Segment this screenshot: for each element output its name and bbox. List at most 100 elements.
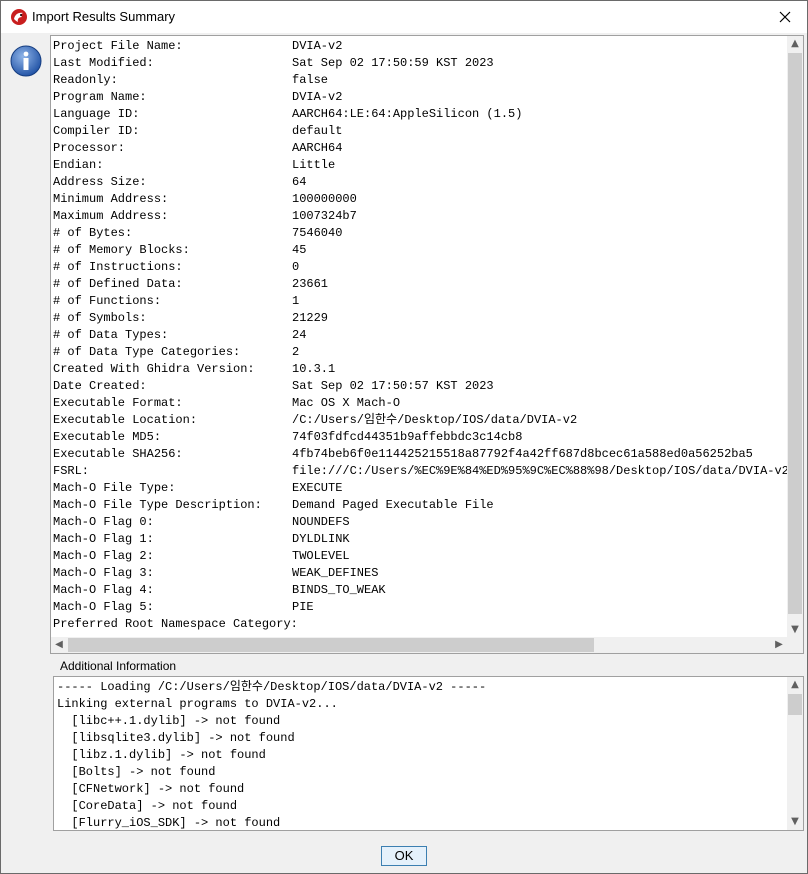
summary-value: NOUNDEFS: [292, 515, 350, 529]
summary-value: TWOLEVEL: [292, 549, 350, 563]
info-icon: [10, 45, 42, 77]
summary-key: # of Defined Data:: [53, 277, 183, 291]
summary-row: Executable Format: Mac OS X Mach-O: [53, 395, 787, 412]
summary-row: FSRL: file:///C:/Users/%EC%9E%84%ED%95%9C…: [53, 463, 787, 480]
summary-key: Last Modified:: [53, 56, 154, 70]
summary-row: Maximum Address: 1007324b7: [53, 208, 787, 225]
summary-row: Language ID: AARCH64:LE:64:AppleSilicon (…: [53, 106, 787, 123]
summary-row: Mach-O Flag 1: DYLDLINK: [53, 531, 787, 548]
summary-value: 64: [292, 175, 307, 189]
summary-value: false: [292, 73, 329, 87]
summary-value: 0: [292, 260, 300, 274]
summary-row: Mach-O Flag 0: NOUNDEFS: [53, 514, 787, 531]
summary-value: file:///C:/Users/%EC%9E%84%ED%95%9C%EC%8…: [292, 464, 787, 478]
summary-horizontal-scrollbar[interactable]: ◀ ▶: [51, 637, 787, 653]
log-line: [libc++.1.dylib] -> not found: [57, 714, 281, 728]
ghidra-dragon-icon: [11, 9, 27, 25]
summary-row: # of Functions: 1: [53, 293, 787, 310]
summary-value: DYLDLINK: [292, 532, 350, 546]
summary-key: Endian:: [53, 158, 104, 172]
summary-value: AARCH64:LE:64:AppleSilicon (1.5): [292, 107, 523, 121]
import-results-dialog: Import Results Summary Project File Name…: [0, 0, 808, 874]
summary-value: Sat Sep 02 17:50:59 KST 2023: [292, 56, 494, 70]
summary-row: # of Data Type Categories: 2: [53, 344, 787, 361]
log-vertical-scrollbar[interactable]: ▲ ▼: [787, 677, 803, 830]
summary-key: Minimum Address:: [53, 192, 169, 206]
summary-key: # of Data Type Categories:: [53, 345, 241, 359]
summary-vertical-scrollbar[interactable]: ▲ ▼: [787, 36, 803, 638]
summary-row: Mach-O File Type: EXECUTE: [53, 480, 787, 497]
summary-key: Preferred Root Namespace Category:: [53, 617, 298, 631]
summary-row: # of Bytes: 7546040: [53, 225, 787, 242]
summary-row: # of Defined Data: 23661: [53, 276, 787, 293]
log-line: [libsqlite3.dylib] -> not found: [57, 731, 295, 745]
summary-row: Processor: AARCH64: [53, 140, 787, 157]
summary-row: Readonly: false: [53, 72, 787, 89]
summary-horizontal-scroll-thumb[interactable]: [68, 638, 594, 652]
close-button[interactable]: [763, 1, 807, 33]
ok-button[interactable]: OK: [381, 846, 427, 866]
summary-panel[interactable]: Project File Name: DVIA-v2 Last Modified: S…: [50, 35, 804, 654]
scroll-up-icon[interactable]: ▲: [787, 36, 803, 52]
summary-value: 21229: [292, 311, 329, 325]
summary-row: Project File Name: DVIA-v2: [53, 38, 787, 55]
summary-row: Mach-O Flag 3: WEAK_DEFINES: [53, 565, 787, 582]
summary-value: 45: [292, 243, 307, 257]
summary-row: # of Symbols: 21229: [53, 310, 787, 327]
title-bar[interactable]: Import Results Summary: [1, 1, 807, 33]
summary-value: Demand Paged Executable File: [292, 498, 494, 512]
summary-value: EXECUTE: [292, 481, 343, 495]
summary-row: Mach-O Flag 4: BINDS_TO_WEAK: [53, 582, 787, 599]
summary-row: Mach-O File Type Description: Demand Page…: [53, 497, 787, 514]
summary-value: AARCH64: [292, 141, 343, 155]
summary-key: Executable Format:: [53, 396, 183, 410]
scroll-down-icon[interactable]: ▼: [787, 814, 803, 830]
summary-key: Mach-O Flag 1:: [53, 532, 154, 546]
summary-key: Mach-O File Type:: [53, 481, 176, 495]
scroll-down-icon[interactable]: ▼: [787, 622, 803, 638]
summary-key: # of Functions:: [53, 294, 162, 308]
summary-key: Language ID:: [53, 107, 140, 121]
log-vertical-scroll-thumb[interactable]: [788, 694, 802, 715]
summary-key: Compiler ID:: [53, 124, 140, 138]
summary-key: # of Symbols:: [53, 311, 147, 325]
summary-value: 74f03fdfcd44351b9affebbdc3c14cb8: [292, 430, 523, 444]
summary-value: 10.3.1: [292, 362, 336, 376]
log-line: [Flurry_iOS_SDK] -> not found: [57, 816, 281, 830]
summary-row: # of Memory Blocks: 45: [53, 242, 787, 259]
close-icon: [779, 11, 791, 23]
summary-key: # of Data Types:: [53, 328, 169, 342]
summary-row: Program Name: DVIA-v2: [53, 89, 787, 106]
window-title: Import Results Summary: [32, 9, 176, 24]
scroll-up-icon[interactable]: ▲: [787, 677, 803, 693]
additional-information-log[interactable]: ----- Loading /C:/Users/임한수/Desktop/IOS/…: [53, 676, 804, 831]
log-lines: ----- Loading /C:/Users/임한수/Desktop/IOS/…: [57, 679, 783, 830]
summary-value: 4fb74beb6f0e114425215518a87792f4a42ff687…: [292, 447, 753, 461]
log-line: ----- Loading /C:/Users/임한수/Desktop/IOS/…: [57, 680, 487, 694]
summary-value: 100000000: [292, 192, 357, 206]
summary-key: FSRL:: [53, 464, 90, 478]
summary-value: 7546040: [292, 226, 343, 240]
summary-value: /C:/Users/임한수/Desktop/IOS/data/DVIA-v2: [292, 413, 578, 427]
scroll-right-icon[interactable]: ▶: [771, 637, 787, 653]
log-line: [Bolts] -> not found: [57, 765, 216, 779]
summary-value: 2: [292, 345, 300, 359]
summary-key: Executable Location:: [53, 413, 198, 427]
summary-key: Mach-O File Type Description:: [53, 498, 262, 512]
summary-row: Minimum Address: 100000000: [53, 191, 787, 208]
summary-row: Executable Location: /C:/Users/임한수/Deskto…: [53, 412, 787, 429]
additional-information-label: Additional Information: [60, 659, 177, 673]
summary-value: 23661: [292, 277, 329, 291]
scroll-left-icon[interactable]: ◀: [51, 637, 67, 653]
summary-key: # of Bytes:: [53, 226, 133, 240]
summary-key: Maximum Address:: [53, 209, 169, 223]
log-line: Linking external programs to DVIA-v2...: [57, 697, 338, 711]
summary-row: Endian: Little: [53, 157, 787, 174]
summary-value: DVIA-v2: [292, 39, 343, 53]
summary-value: Sat Sep 02 17:50:57 KST 2023: [292, 379, 494, 393]
summary-row: Preferred Root Namespace Category:: [53, 616, 787, 633]
summary-row: Date Created: Sat Sep 02 17:50:57 KST 202…: [53, 378, 787, 395]
summary-vertical-scroll-thumb[interactable]: [788, 53, 802, 614]
summary-row: Mach-O Flag 2: TWOLEVEL: [53, 548, 787, 565]
summary-row: Last Modified: Sat Sep 02 17:50:59 KST 20…: [53, 55, 787, 72]
